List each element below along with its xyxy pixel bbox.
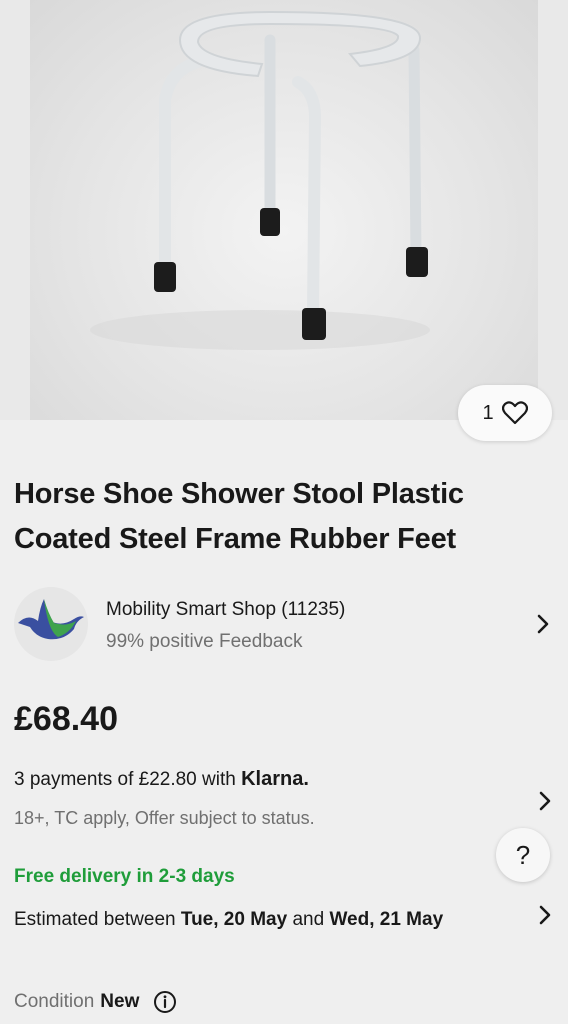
rubber-foot — [406, 247, 428, 277]
estimate-mid: and — [287, 909, 330, 930]
condition-value: New — [100, 991, 140, 1012]
estimate-prefix: Estimated between — [14, 909, 181, 930]
info-icon[interactable] — [153, 990, 177, 1014]
seller-avatar — [14, 587, 88, 661]
chevron-right-icon — [539, 791, 551, 811]
price: £68.40 — [14, 700, 118, 738]
delivery-estimate: Estimated between Tue, 20 May and Wed, 2… — [14, 904, 504, 936]
chevron-right-icon — [537, 614, 549, 634]
estimate-date-from: Tue, 20 May — [180, 909, 288, 930]
watch-button[interactable]: 1 — [458, 385, 552, 441]
estimate-date-to: Wed, 21 May — [329, 909, 444, 930]
shower-stool-illustration — [90, 10, 430, 350]
condition-row: Condition New — [14, 990, 177, 1014]
product-image-gallery[interactable]: 1 — [0, 0, 568, 441]
installments-label: 3 payments of £22.80 with — [14, 769, 242, 790]
condition-label: Condition — [14, 991, 95, 1012]
watch-count: 1 — [482, 401, 494, 424]
help-button[interactable]: ? — [496, 828, 550, 882]
heart-icon — [501, 401, 528, 425]
chevron-right-icon — [539, 905, 551, 925]
rubber-foot — [260, 208, 280, 236]
listing-title: Horse Shoe Shower Stool Plastic Coated S… — [14, 478, 464, 555]
rubber-foot — [154, 262, 176, 292]
product-photo[interactable] — [30, 0, 538, 420]
seller-info-row[interactable]: Mobility Smart Shop (11235) 99% positive… — [14, 585, 560, 665]
bird-logo-icon — [18, 599, 84, 640]
seller-feedback: 99% positive Feedback — [106, 631, 303, 652]
klarna-terms: 18+, TC apply, Offer subject to status. — [14, 808, 315, 828]
seller-name: Mobility Smart Shop (11235) — [106, 599, 346, 620]
installments-text: 3 payments of £22.80 with Klarna. — [14, 768, 309, 791]
help-icon: ? — [515, 839, 531, 870]
free-delivery-label: Free delivery in 2-3 days — [14, 866, 235, 887]
klarna-logo: Klarna. — [241, 768, 309, 790]
klarna-payment-row[interactable]: 3 payments of £22.80 with Klarna. 18+, T… — [14, 768, 560, 838]
rubber-foot — [302, 308, 326, 340]
delivery-estimate-row[interactable]: Estimated between Tue, 20 May and Wed, 2… — [14, 900, 560, 970]
